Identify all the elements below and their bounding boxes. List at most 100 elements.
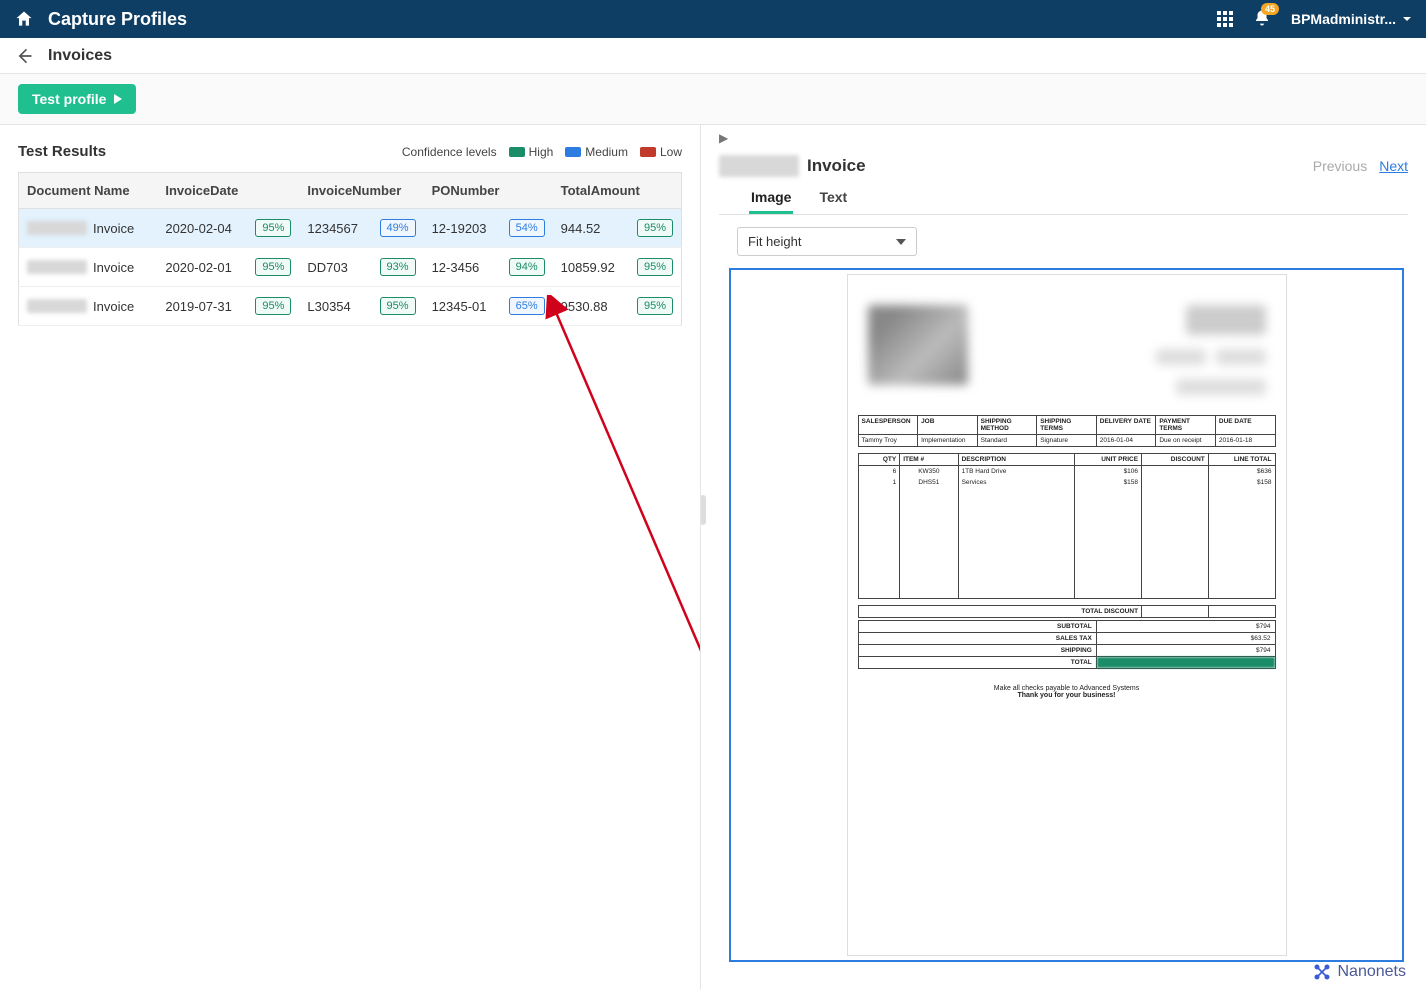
total-discount-line — [1208, 605, 1275, 617]
watermark-text: Nanonets — [1338, 963, 1407, 981]
legend-high: High — [529, 145, 554, 159]
invoice-date: 2020-02-01 — [165, 260, 232, 275]
actionbar: Test profile — [0, 74, 1426, 125]
invoice-date: 2019-07-31 — [165, 299, 232, 314]
total-amount: 944.52 — [561, 221, 601, 236]
table-row[interactable]: Invoice 2020-02-01 95% DD703 93% 12-3456 94% 10… — [19, 248, 682, 287]
confidence-badge: 95% — [255, 219, 291, 237]
apps-icon[interactable] — [1217, 11, 1233, 27]
redacted-prefix — [27, 221, 87, 235]
invoice-date: 2020-02-04 — [165, 221, 232, 236]
annotation-arrow — [540, 295, 700, 705]
confidence-badge: 54% — [509, 219, 545, 237]
legend-medium: Medium — [585, 145, 628, 159]
confidence-legend: Confidence levels High Medium Low — [402, 145, 682, 159]
confidence-badge: 95% — [637, 297, 673, 315]
pager: Previous Next — [1313, 158, 1408, 174]
footer-line-2: Thank you for your business! — [858, 692, 1276, 699]
invoice-footer: Make all checks payable to Advanced Syst… — [858, 685, 1276, 699]
zoom-select[interactable]: Fit height — [737, 227, 917, 256]
redacted-logo — [868, 305, 968, 385]
play-icon — [114, 94, 122, 104]
tab-image[interactable]: Image — [749, 183, 793, 214]
invoice-number: 1234567 — [307, 221, 358, 236]
po-number: 12-3456 — [432, 260, 480, 275]
legend-low: Low — [660, 145, 682, 159]
pager-previous: Previous — [1313, 158, 1367, 174]
table-row[interactable]: Invoice 2019-07-31 95% L30354 95% 12345-01 65%… — [19, 287, 682, 326]
app-title: Capture Profiles — [48, 9, 1217, 30]
back-arrow-icon[interactable] — [14, 46, 34, 66]
table-row[interactable]: Invoice2020-02-0495%123456749%12-1920354… — [19, 209, 682, 248]
confidence-badge: 65% — [509, 297, 545, 315]
total-amount: 9530.88 — [561, 299, 608, 314]
right-panel: ▶ Invoice Previous Next Image Text Fit h… — [700, 125, 1426, 990]
tabs: Image Text — [719, 183, 1408, 215]
results-title: Test Results — [18, 143, 402, 160]
test-profile-button[interactable]: Test profile — [18, 84, 136, 114]
confidence-badge: 95% — [637, 219, 673, 237]
invoice-items-table: QTYITEM #DESCRIPTIONUNIT PRICEDISCOUNTLI… — [858, 453, 1276, 599]
redacted-block — [1156, 349, 1206, 365]
document-page: SALESPERSONJOBSHIPPING METHODSHIPPING TE… — [847, 274, 1287, 956]
redacted-block — [1186, 305, 1266, 335]
confidence-badge: 94% — [509, 258, 545, 276]
doc-name-suffix: Invoice — [93, 299, 134, 314]
invoice-number: DD703 — [307, 260, 347, 275]
confidence-badge: 95% — [380, 297, 416, 315]
col-po-number: PONumber — [424, 173, 553, 209]
notification-badge: 45 — [1261, 3, 1279, 15]
zoom-value: Fit height — [748, 234, 801, 249]
confidence-badge: 95% — [255, 258, 291, 276]
swatch-high — [509, 147, 525, 157]
results-table: Document Name InvoiceDate InvoiceNumber … — [18, 172, 682, 326]
page-title: Invoices — [48, 47, 112, 65]
nanonets-icon — [1312, 962, 1332, 982]
redacted-prefix — [27, 299, 87, 313]
left-panel: Test Results Confidence levels High Medi… — [0, 125, 700, 990]
preview-title: Invoice — [807, 156, 866, 176]
redacted-prefix — [719, 155, 799, 177]
user-name: BPMadministr... — [1291, 11, 1396, 27]
total-discount-amount — [1142, 605, 1209, 617]
po-number: 12345-01 — [432, 299, 487, 314]
results-header-row: Document Name InvoiceDate InvoiceNumber … — [19, 173, 682, 209]
user-menu[interactable]: BPMadministr... — [1291, 11, 1412, 27]
po-number: 12-19203 — [432, 221, 487, 236]
dropdown-icon — [896, 239, 906, 245]
tab-text[interactable]: Text — [817, 183, 849, 214]
document-frame[interactable]: SALESPERSONJOBSHIPPING METHODSHIPPING TE… — [729, 268, 1404, 962]
expand-caret-icon[interactable]: ▶ — [719, 125, 1408, 145]
col-invoice-number: InvoiceNumber — [299, 173, 423, 209]
legend-label: Confidence levels — [402, 145, 497, 159]
total-discount-label: TOTAL DISCOUNT — [858, 605, 1142, 617]
footer-line-1: Make all checks payable to Advanced Syst… — [858, 685, 1276, 692]
main-split: Test Results Confidence levels High Medi… — [0, 125, 1426, 990]
invoice-summary: SUBTOTAL$794SALES TAX$63.52SHIPPING$794T… — [858, 620, 1276, 669]
total-amount: 10859.92 — [561, 260, 615, 275]
invoice-number: L30354 — [307, 299, 350, 314]
redacted-block — [1216, 349, 1266, 365]
pager-next[interactable]: Next — [1379, 158, 1408, 174]
home-icon[interactable] — [14, 9, 34, 29]
notifications-button[interactable]: 45 — [1253, 9, 1271, 30]
invoice-meta-table: SALESPERSONJOBSHIPPING METHODSHIPPING TE… — [858, 415, 1276, 447]
watermark: Nanonets — [1312, 962, 1407, 982]
swatch-low — [640, 147, 656, 157]
col-total-amount: TotalAmount — [553, 173, 682, 209]
redacted-block — [1176, 379, 1266, 395]
confidence-badge: 95% — [637, 258, 673, 276]
topbar: Capture Profiles 45 BPMadministr... — [0, 0, 1426, 38]
test-profile-label: Test profile — [32, 91, 106, 107]
confidence-badge: 49% — [380, 219, 416, 237]
col-document-name: Document Name — [19, 173, 158, 209]
caret-down-icon — [1402, 14, 1412, 24]
subheader: Invoices — [0, 38, 1426, 74]
redacted-prefix — [27, 260, 87, 274]
confidence-badge: 93% — [380, 258, 416, 276]
swatch-medium — [565, 147, 581, 157]
total-discount-row: TOTAL DISCOUNT — [858, 605, 1276, 618]
doc-name-suffix: Invoice — [93, 260, 134, 275]
col-invoice-date: InvoiceDate — [157, 173, 299, 209]
confidence-badge: 95% — [255, 297, 291, 315]
